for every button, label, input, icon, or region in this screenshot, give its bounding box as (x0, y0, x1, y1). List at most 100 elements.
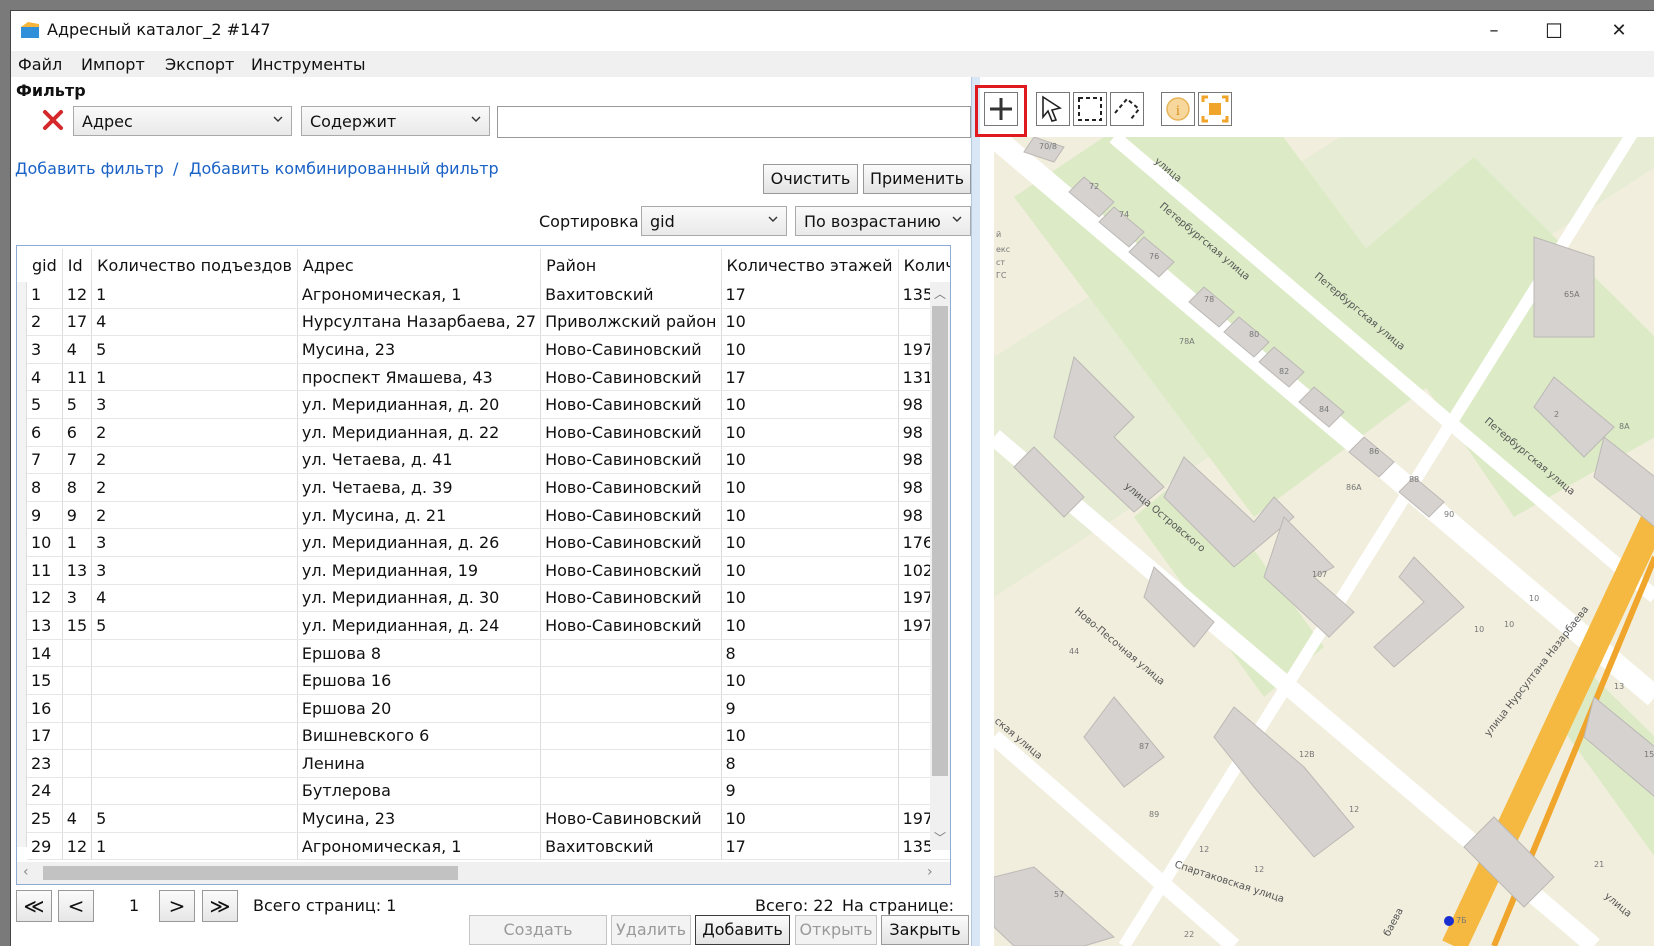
filter-value-input[interactable] (497, 106, 971, 138)
table-row[interactable]: 25 4 5 Мусина, 23 Ново-Савиновский 10 197 (27, 804, 950, 833)
table-cell: 14 (27, 639, 63, 668)
menu-tools[interactable]: Инструменты (251, 55, 366, 74)
table-row[interactable]: 24 Бутлерова 9 (27, 777, 950, 806)
scroll-left-icon[interactable]: ‹ (23, 864, 29, 880)
building-number: 2 (1554, 410, 1559, 419)
table-row[interactable]: 7 7 2 ул. Четаева, д. 41 Ново-Савиновский 10 9… (27, 446, 950, 475)
prev-page-button[interactable]: < (58, 890, 94, 922)
horizontal-scroll-thumb[interactable] (43, 866, 458, 880)
remove-filter-icon[interactable] (42, 109, 64, 131)
table-row[interactable]: 8 8 2 ул. Четаева, д. 39 Ново-Савиновский 10 9… (27, 473, 950, 502)
table-cell: 10 (721, 418, 899, 447)
create-task-button[interactable]: Создать задание (469, 915, 607, 945)
column-header[interactable]: gid (27, 249, 63, 281)
minimize-button[interactable]: – (1464, 11, 1524, 51)
sort-direction-select[interactable]: По возрастанию (795, 206, 971, 236)
clear-button[interactable]: Очистить (763, 164, 858, 194)
open-button[interactable]: Открыть (795, 915, 877, 945)
maximize-button[interactable]: ☐ (1524, 11, 1584, 51)
table-cell: ул. Меридианная, д. 30 (297, 584, 542, 613)
sort-field-select[interactable]: gid (641, 206, 787, 236)
building-number: 44 (1069, 647, 1079, 656)
info-icon: i (1166, 97, 1190, 121)
table-row[interactable]: 13 15 5 ул. Меридианная, д. 24 Ново-Савиновс… (27, 611, 950, 640)
table-row[interactable]: 14 Ершова 8 8 (27, 639, 950, 668)
table-cell: Бутлерова (297, 777, 542, 806)
close-button[interactable]: Закрыть (881, 915, 969, 945)
pane-splitter[interactable] (971, 77, 980, 946)
table-row[interactable]: 11 13 3 ул. Меридианная, 19 Ново-Савиновский… (27, 556, 950, 585)
svg-text:i: i (1176, 103, 1180, 119)
close-window-button[interactable]: ✕ (1589, 11, 1649, 51)
apply-button[interactable]: Применить (863, 164, 971, 194)
polygon-select-button[interactable] (1110, 92, 1144, 126)
table-row[interactable]: 10 1 3 ул. Меридианная, д. 26 Ново-Савиновск… (27, 528, 950, 557)
add-filter-link[interactable]: Добавить фильтр (15, 159, 164, 178)
table-row[interactable]: 16 Ершова 20 9 (27, 694, 950, 723)
scroll-right-icon[interactable]: › (927, 864, 933, 880)
column-header[interactable]: Количество подъездов (91, 249, 298, 281)
info-button[interactable]: i (1161, 92, 1195, 126)
vertical-scroll-thumb[interactable] (932, 306, 948, 776)
delete-button[interactable]: Удалить (611, 915, 691, 945)
map-canvas[interactable]: улица Петербургская улица Петербургская … (994, 137, 1654, 946)
table-row[interactable]: 17 Вишневского 6 10 (27, 722, 950, 751)
table-cell: 16 (27, 694, 63, 723)
table-row[interactable]: 15 Ершова 16 10 (27, 666, 950, 695)
column-header[interactable]: Количест (898, 249, 950, 281)
column-header[interactable]: Район (540, 249, 722, 281)
table-cell: Мусина, 23 (297, 335, 542, 364)
column-header[interactable]: Количество этажей (721, 249, 899, 281)
table-cell: ул. Меридианная, д. 22 (297, 418, 542, 447)
filter-operator-select[interactable]: Содержит (301, 106, 490, 136)
table-cell: проспект Ямашева, 43 (297, 363, 542, 392)
add-point-button[interactable] (984, 92, 1018, 126)
table-cell: ул. Меридианная, д. 26 (297, 528, 542, 557)
zoom-extent-button[interactable] (1198, 92, 1232, 126)
column-header[interactable]: Id (62, 249, 93, 281)
table-cell: 5 (27, 390, 63, 419)
building-number: 70/8 (1039, 142, 1057, 151)
select-button[interactable] (1036, 92, 1070, 126)
horizontal-scrollbar[interactable]: ‹ › (17, 862, 950, 884)
menu-export[interactable]: Экспорт (165, 55, 234, 74)
table-cell: 3 (62, 584, 93, 613)
table-cell: 1 (91, 832, 298, 861)
table-row[interactable]: 9 9 2 ул. Мусина, д. 21 Ново-Савиновский 10 98 (27, 501, 950, 530)
menu-import[interactable]: Импорт (81, 55, 145, 74)
table-row[interactable]: 23 Ленина 8 (27, 749, 950, 778)
rect-select-button[interactable] (1073, 92, 1107, 126)
table-cell: Ново-Савиновский (540, 446, 722, 475)
building-number: 78А (1179, 337, 1195, 346)
table-cell: 2 (27, 308, 63, 337)
link-separator: / (173, 159, 179, 178)
add-button[interactable]: Добавить (695, 915, 790, 945)
building-number: 12 (1254, 865, 1264, 874)
table-row[interactable]: 5 5 3 ул. Меридианная, д. 20 Ново-Савиновски… (27, 390, 950, 419)
add-combined-filter-link[interactable]: Добавить комбинированный фильтр (189, 159, 499, 178)
table-cell: 8 (27, 473, 63, 502)
vertical-scrollbar[interactable]: ︿ ﹀ (930, 282, 950, 850)
next-page-button[interactable]: > (159, 890, 195, 922)
table-row[interactable]: 3 4 5 Мусина, 23 Ново-Савиновский 10 197 (27, 335, 950, 364)
scroll-down-icon[interactable]: ﹀ (930, 828, 950, 848)
table-cell: Нурсултана Назарбаева, 27 (297, 308, 542, 337)
row-header-strip (17, 282, 27, 847)
filter-field-select[interactable]: Адрес (73, 106, 292, 136)
menu-file[interactable]: Файл (18, 55, 62, 74)
window-title: Адресный каталог_2 #147 (47, 20, 271, 39)
table-row[interactable]: 12 3 4 ул. Меридианная, д. 30 Ново-Савиновск… (27, 584, 950, 613)
column-header[interactable]: Адрес (297, 249, 542, 281)
app-icon (21, 22, 39, 38)
table-row[interactable]: 4 11 1 проспект Ямашева, 43 Ново-Савиновский… (27, 363, 950, 392)
map-view[interactable]: улица Петербургская улица Петербургская … (994, 137, 1654, 946)
table-cell: 1 (91, 281, 298, 309)
scroll-up-icon[interactable]: ︿ (930, 284, 950, 304)
table-row[interactable]: 6 6 2 ул. Меридианная, д. 22 Ново-Савиновски… (27, 418, 950, 447)
table-row[interactable]: 29 12 1 Агрономическая, 1 Вахитовский 17 135 (27, 832, 950, 861)
add-point-icon (990, 98, 1012, 120)
table-row[interactable]: 1 12 1 Агрономическая, 1 Вахитовский 17 135 (27, 281, 950, 309)
first-page-button[interactable]: ≪ (16, 890, 52, 922)
table-row[interactable]: 2 17 4 Нурсултана Назарбаева, 27 Приволжский… (27, 308, 950, 337)
last-page-button[interactable]: ≫ (202, 890, 238, 922)
